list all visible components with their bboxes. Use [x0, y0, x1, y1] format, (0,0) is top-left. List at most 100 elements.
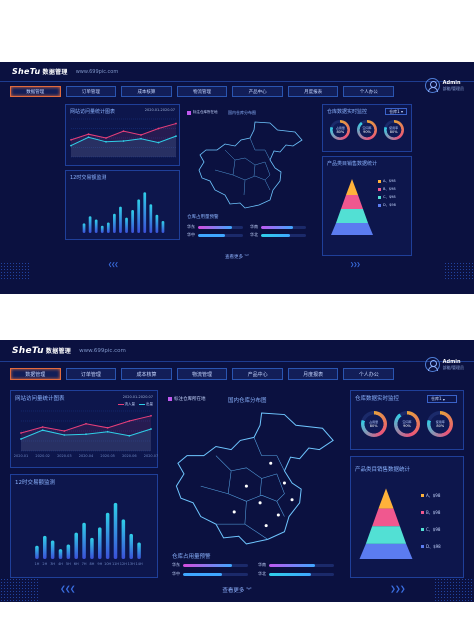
select-value: 仓库1 [431, 396, 442, 401]
ring-gauge: 占用量 80% [360, 411, 387, 437]
realtime-title: 仓库数据实时监控 [327, 109, 368, 115]
warehouse-select[interactable]: 仓库1 ▾ [427, 395, 457, 403]
ring-gauge: 占用量 80% [330, 120, 351, 140]
warehouse-title-small: 仓库占用量预警 [187, 215, 219, 220]
tab-monthly[interactable]: 月度报表 [287, 368, 339, 380]
bar [43, 535, 47, 559]
warehouse-bar-fill [261, 225, 293, 229]
pixel-decoration [0, 578, 40, 602]
legend-label: B、$98 [383, 186, 396, 191]
china-map [175, 412, 334, 545]
ring-gauge: 空间率 90% [393, 411, 420, 437]
bar [113, 213, 116, 233]
tab-office[interactable]: 个人办公 [343, 86, 395, 97]
legend-swatch [378, 203, 381, 207]
x-tick-label: 14H [136, 562, 143, 566]
warehouse-name: 华中 [187, 232, 195, 237]
tab-orders[interactable]: 订单管理 [65, 86, 117, 97]
app-logo: SheTu 数据管理 [12, 345, 72, 356]
legend-label: D、$98 [383, 202, 396, 207]
legend-out: 出量 [139, 402, 153, 407]
bar [119, 206, 122, 233]
avatar-icon [424, 78, 440, 93]
ring-value: 80% [389, 130, 398, 134]
bar [106, 222, 110, 233]
tab-products[interactable]: 产品中心 [232, 86, 283, 97]
tab-monthly[interactable]: 月度报表 [287, 86, 339, 97]
data-point [140, 137, 142, 140]
x-tick-label: 9H [97, 562, 102, 566]
products-panel: 产品类目销售数据统计 A、$98 B、$98 C、$98 D、$98 [350, 456, 464, 578]
warehouse-bar [269, 563, 334, 567]
ring-value: 80% [436, 424, 445, 428]
x-tick-label: 4H [58, 562, 63, 566]
tab-cost[interactable]: 成本核算 [121, 86, 172, 97]
tab-logistics[interactable]: 物流管理 [176, 86, 228, 97]
pyramid-chart [331, 179, 373, 235]
bar [125, 217, 128, 233]
warehouse-row: 华东 [172, 562, 248, 568]
bar [155, 214, 159, 233]
x-tick-label: 12H [120, 562, 127, 566]
china-map [198, 121, 303, 209]
marker-icon [187, 110, 191, 115]
x-tick-label: 2020.05 [100, 454, 114, 458]
bar [149, 204, 153, 233]
tab-cost[interactable]: 成本核算 [121, 368, 172, 380]
visits-title: 网站访问量统计图表 [15, 396, 65, 402]
trade-title: 12时交易额监测 [70, 175, 107, 181]
bar [121, 519, 126, 559]
map-title: 国内仓库分布图 [228, 110, 256, 115]
legend-label: 流入量 [124, 402, 136, 406]
tab-data[interactable]: 数据管理 [10, 368, 61, 380]
data-point [85, 422, 87, 425]
warehouse-name: 华北 [250, 232, 258, 237]
bar [100, 225, 104, 233]
bar [129, 533, 133, 559]
warehouse-name: 华南 [258, 562, 266, 567]
chevrons-icon: ❮❮❮ [60, 585, 76, 593]
bar [66, 544, 71, 559]
tab-orders[interactable]: 订单管理 [65, 368, 117, 380]
warehouse-bar-fill [183, 563, 232, 567]
tab-office[interactable]: 个人办公 [343, 368, 395, 380]
ring-value: 80% [369, 424, 378, 428]
view-more-link[interactable]: 查看更多 ︾ [0, 254, 474, 260]
legend-label: A、$98 [383, 178, 396, 183]
warehouse-bar [198, 225, 243, 229]
data-point [106, 430, 109, 433]
user-role: 部能/管理员 [442, 85, 464, 91]
user-badge[interactable]: Admin 部能/管理员 [424, 78, 464, 93]
warehouse-select[interactable]: 仓库1 ▾ [385, 108, 407, 115]
dashboard-main: SheTu 数据管理 www.699pic.com Admin 部能/管理员 数据管… [0, 340, 474, 602]
x-tick-label: 2020.01 [14, 454, 28, 458]
data-point [20, 432, 22, 434]
data-point [157, 141, 160, 144]
visits-legend: 流入量 出量 [117, 402, 153, 407]
data-point [85, 433, 87, 436]
chevrons-icon: ❮❮❮ [108, 262, 119, 268]
warehouse-bar [183, 572, 248, 576]
pyramid-legend: A、$98 B、$98 C、$98 D、$98 [421, 487, 441, 555]
bar [113, 502, 118, 559]
bar [131, 209, 134, 233]
legend-label: 出量 [146, 402, 153, 406]
pyramid-legend: A、$98 B、$98 C、$98 D、$98 [378, 177, 396, 209]
warehouse-bar-fill [269, 572, 312, 576]
legend-swatch [378, 187, 381, 191]
ring-value: 80% [336, 130, 345, 134]
pixel-decoration [0, 262, 30, 280]
chevrons-icon: ❯❯❯ [350, 262, 361, 268]
data-point [122, 130, 125, 133]
pyramid-chart [359, 488, 413, 560]
bar [161, 221, 165, 233]
tab-products[interactable]: 产品中心 [232, 368, 283, 380]
tab-logistics[interactable]: 物流管理 [176, 368, 228, 380]
warehouse-row: 华南 [258, 562, 334, 568]
x-tick-label: 2020.04 [79, 454, 94, 458]
tab-data[interactable]: 数据管理 [10, 86, 61, 97]
warehouse-row: 华北 [250, 232, 306, 238]
user-badge[interactable]: Admin 部能/管理员 [424, 357, 464, 372]
bar [98, 527, 102, 559]
data-point [63, 434, 66, 436]
